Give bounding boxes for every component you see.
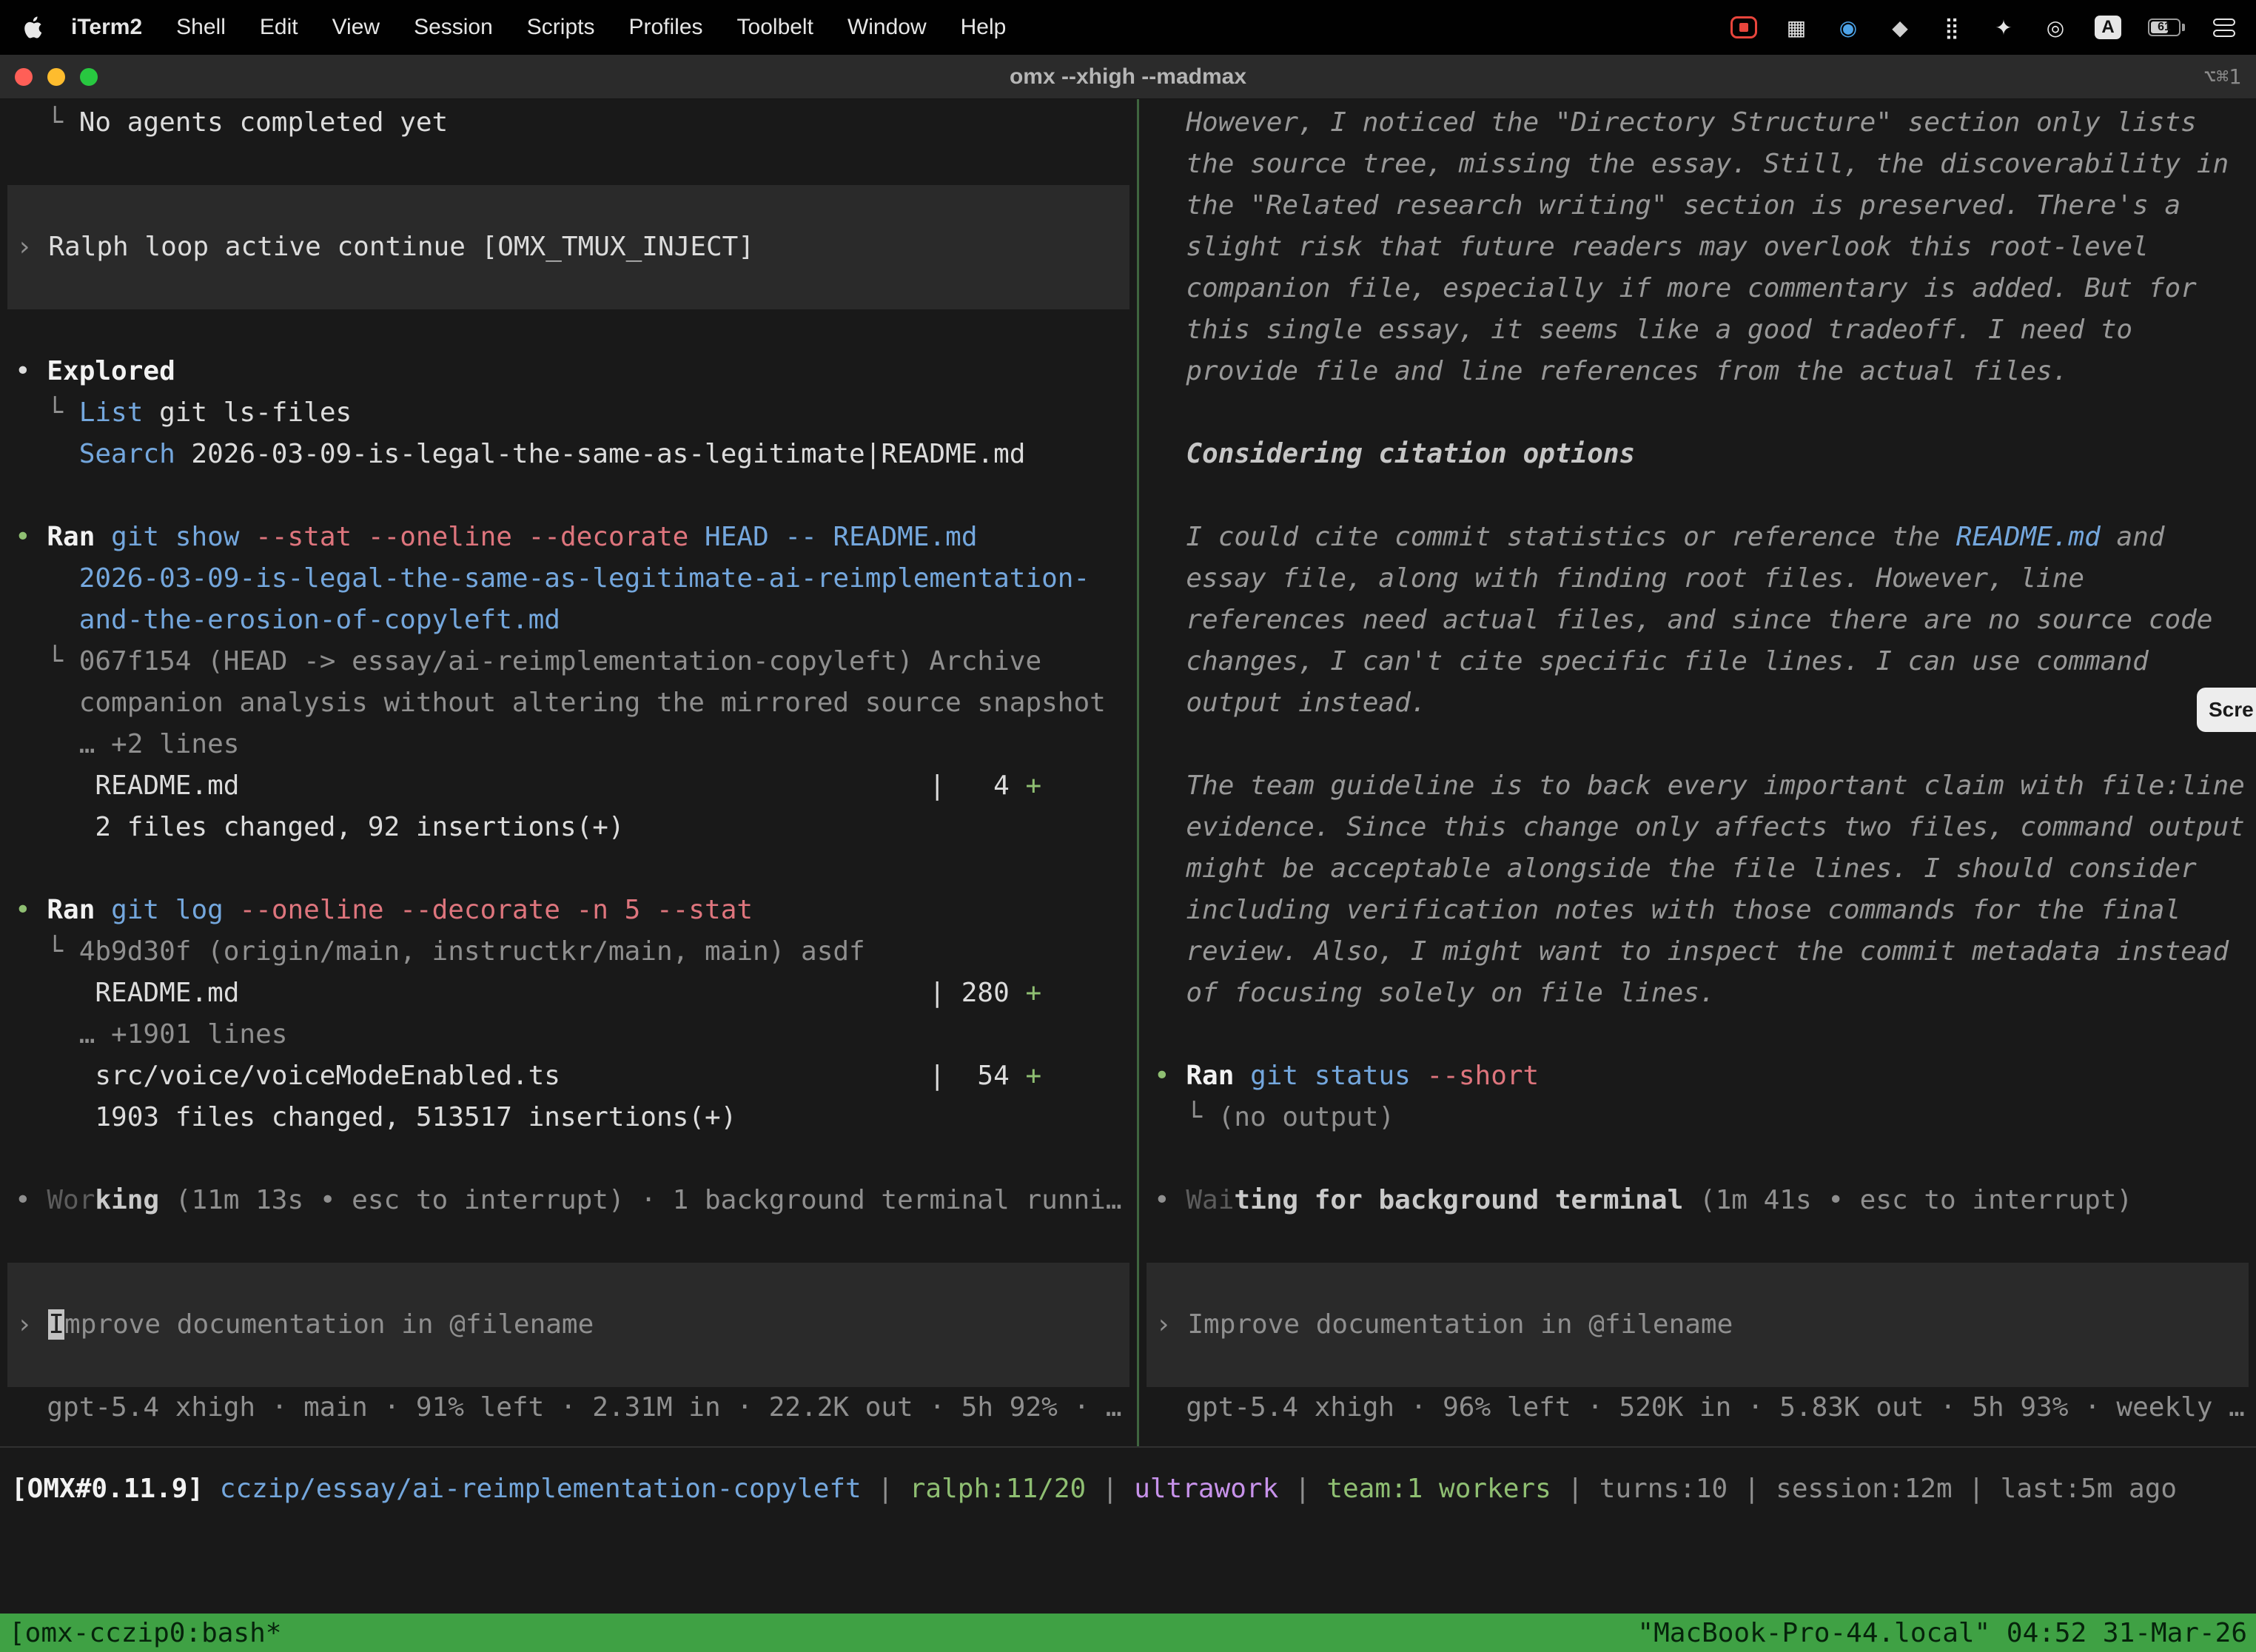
reasoning-text: of focusing solely on file lines.: [1139, 973, 2256, 1014]
reasoning-text: provide file and line references from th…: [1139, 351, 2256, 392]
spacer: [1139, 392, 2256, 434]
reasoning-text: evidence. Since this change only affects…: [1139, 807, 2256, 848]
ralph-loop-banner-text: › Ralph loop active continue [OMX_TMUX_I…: [7, 226, 1129, 268]
command-header-git-log: • Ran git log --oneline --decorate -n 5 …: [0, 890, 1137, 931]
dark-app-icon[interactable]: ◆: [1887, 13, 1913, 42]
ralph-loop-banner: › Ralph loop active continue [OMX_TMUX_I…: [7, 185, 1129, 309]
commit-line: └ 4b9d30f (origin/main, instructkr/main,…: [0, 931, 1137, 973]
right-pane[interactable]: However, I noticed the "Directory Struct…: [1139, 99, 2256, 1446]
control-center-icon[interactable]: [2212, 13, 2237, 42]
battery-icon[interactable]: 61: [2148, 13, 2185, 42]
command-output: └ (no output): [1139, 1097, 2256, 1138]
command-header-git-status: • Ran git status --short: [1139, 1055, 2256, 1097]
menu-status-icons: ▦ ◉ ◆ ⣿ ✦ ◎ A 61: [1730, 13, 2237, 42]
tmux-host-clock: "MacBook-Pro-44.local" 04:52 31-Mar-26: [1637, 1618, 2247, 1648]
prompt-input[interactable]: › Improve documentation in @filename: [7, 1263, 1129, 1387]
reasoning-text: companion file, especially if more comme…: [1139, 268, 2256, 309]
spacer: [1139, 1138, 2256, 1180]
explored-detail-search: Search 2026-03-09-is-legal-the-same-as-l…: [0, 434, 1137, 475]
apple-menu[interactable]: [19, 16, 41, 38]
apple-icon: [19, 16, 41, 38]
menu-item-window[interactable]: Window: [847, 15, 927, 40]
diffstat-line: README.md | 4 +: [0, 765, 1137, 807]
window-title-bar[interactable]: omx --xhigh --madmax ⌥⌘1: [0, 55, 2256, 99]
diffstat-summary: 2 files changed, 92 insertions(+): [0, 807, 1137, 848]
spacer: [0, 848, 1137, 890]
menu-item-toolbelt[interactable]: Toolbelt: [737, 15, 813, 40]
reasoning-text: review. Also, I might want to inspect th…: [1139, 931, 2256, 973]
screen-recording-indicator-icon[interactable]: [1730, 16, 1757, 38]
omx-status-line: [OMX#0.11.9] cczip/essay/ai-reimplementa…: [0, 1468, 2256, 1510]
prompt-input-text: › Improve documentation in @filename: [1147, 1304, 2249, 1346]
spacer: [0, 1138, 1137, 1180]
menu-item-help[interactable]: Help: [961, 15, 1007, 40]
grid-app-icon[interactable]: ▦: [1784, 13, 1809, 42]
menu-item-scripts[interactable]: Scripts: [527, 15, 595, 40]
reasoning-heading: Considering citation options: [1139, 434, 2256, 475]
omx-status-bar: [OMX#0.11.9] cczip/essay/ai-reimplementa…: [0, 1446, 2256, 1614]
spacer: [1139, 724, 2256, 765]
output-elision: … +1901 lines: [0, 1014, 1137, 1055]
spacer: [1139, 1014, 2256, 1055]
menu-item-shell[interactable]: Shell: [176, 15, 226, 40]
model-status-line: gpt-5.4 xhigh · main · 91% left · 2.31M …: [0, 1387, 1137, 1428]
blue-orb-app-icon[interactable]: ◉: [1836, 13, 1861, 42]
reasoning-text: slight risk that future readers may over…: [1139, 226, 2256, 268]
screen-overlay-button[interactable]: Scre: [2197, 688, 2256, 732]
apps-grid-icon[interactable]: ⣿: [1939, 13, 1964, 42]
window-shortcut-badge: ⌥⌘1: [2203, 64, 2256, 89]
spacer: [1139, 1221, 2256, 1263]
reasoning-text: I could cite commit statistics or refere…: [1139, 517, 2256, 558]
commit-line: └ 067f154 (HEAD -> essay/ai-reimplementa…: [0, 641, 1137, 682]
menu-item-view[interactable]: View: [332, 15, 380, 40]
working-status-line: • Working (11m 13s • esc to interrupt) ·…: [0, 1180, 1137, 1221]
left-pane[interactable]: └ No agents completed yet › Ralph loop ac…: [0, 99, 1137, 1446]
menu-item-session[interactable]: Session: [414, 15, 493, 40]
reasoning-text: However, I noticed the "Directory Struct…: [1139, 102, 2256, 144]
menu-item-iterm2[interactable]: iTerm2: [71, 15, 142, 40]
spacer: [1139, 475, 2256, 517]
reasoning-text: this single essay, it seems like a good …: [1139, 309, 2256, 351]
menu-item-edit[interactable]: Edit: [260, 15, 298, 40]
reasoning-text: might be acceptable alongside the file l…: [1139, 848, 2256, 890]
reasoning-text: essay file, along with finding root file…: [1139, 558, 2256, 600]
explored-detail-list: └ List git ls-files: [0, 392, 1137, 434]
commit-line-wrap: companion analysis without altering the …: [0, 682, 1137, 724]
key-icon[interactable]: ✦: [1991, 13, 2016, 42]
command-header-git-show: • Ran git show --stat --oneline --decora…: [0, 517, 1137, 558]
window-title: omx --xhigh --madmax: [0, 64, 2256, 90]
diffstat-summary: 1903 files changed, 513517 insertions(+): [0, 1097, 1137, 1138]
password-manager-icon[interactable]: ◎: [2043, 13, 2068, 42]
agents-status-line: └ No agents completed yet: [0, 102, 1137, 144]
terminal-panes: └ No agents completed yet › Ralph loop ac…: [0, 99, 2256, 1446]
reasoning-text: The team guideline is to back every impo…: [1139, 765, 2256, 807]
prompt-input-text: › Improve documentation in @filename: [7, 1304, 1129, 1346]
explored-header: • Explored: [0, 351, 1137, 392]
menu-item-profiles[interactable]: Profiles: [628, 15, 702, 40]
diffstat-line: README.md | 280 +: [0, 973, 1137, 1014]
command-arg-wrap: and-the-erosion-of-copyleft.md: [0, 600, 1137, 641]
menu-bar: iTerm2 Shell Edit View Session Scripts Profile…: [0, 0, 2256, 55]
tmux-session-label: [omx-cczip0:bash*: [9, 1618, 281, 1648]
reasoning-text: the "Related research writing" section i…: [1139, 185, 2256, 226]
spacer: [0, 1221, 1137, 1263]
reasoning-text: the source tree, missing the essay. Stil…: [1139, 144, 2256, 185]
tmux-status-bar: [omx-cczip0:bash* "MacBook-Pro-44.local"…: [0, 1614, 2256, 1652]
model-status-line: gpt-5.4 xhigh · 96% left · 520K in · 5.8…: [1139, 1387, 2256, 1428]
spacer: [0, 309, 1137, 351]
reasoning-text: output instead.: [1139, 682, 2256, 724]
prompt-input[interactable]: › Improve documentation in @filename: [1147, 1263, 2249, 1387]
spacer: [0, 144, 1137, 185]
output-elision: … +2 lines: [0, 724, 1137, 765]
reasoning-text: changes, I can't cite specific file line…: [1139, 641, 2256, 682]
command-arg-wrap: 2026-03-09-is-legal-the-same-as-legitima…: [0, 558, 1137, 600]
menu-items: iTerm2 Shell Edit View Session Scripts Profile…: [71, 15, 1006, 40]
spacer: [0, 475, 1137, 517]
waiting-status-line: • Waiting for background terminal (1m 41…: [1139, 1180, 2256, 1221]
reasoning-text: references need actual files, and since …: [1139, 600, 2256, 641]
input-source-icon[interactable]: A: [2095, 16, 2121, 39]
reasoning-text: including verification notes with those …: [1139, 890, 2256, 931]
diffstat-line: src/voice/voiceModeEnabled.ts | 54 +: [0, 1055, 1137, 1097]
